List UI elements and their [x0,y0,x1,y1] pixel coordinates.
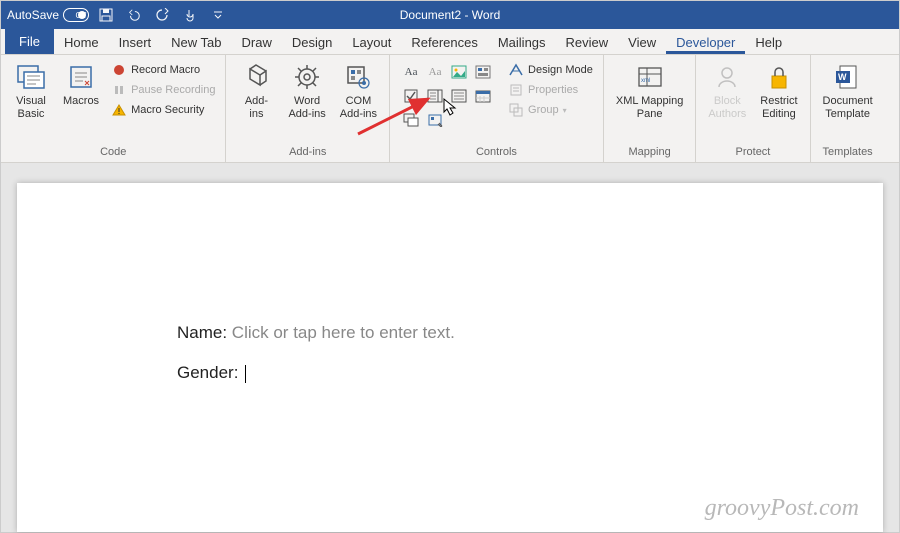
group-control-button: Group ▾ [506,101,595,119]
group-addins: Add- ins Word Add-ins COM Add-ins Add-in… [226,55,390,162]
block-authors-icon [711,61,743,93]
tab-file[interactable]: File [5,29,54,54]
ribbon: Visual Basic Macros Record Macro Pause R… [1,55,899,163]
com-addins-icon [342,61,374,93]
dropdown-control-icon[interactable] [448,85,470,107]
combobox-control-icon[interactable] [424,85,446,107]
tab-design[interactable]: Design [282,31,342,54]
tab-developer[interactable]: Developer [666,31,745,54]
repeating-section-control-icon[interactable] [400,109,422,131]
macros-button[interactable]: Macros [59,59,103,144]
properties-button: Properties [506,81,595,99]
name-placeholder[interactable]: Click or tap here to enter text. [232,323,455,342]
customize-qat-icon[interactable] [211,8,225,22]
block-authors-button[interactable]: Block Authors [704,59,750,144]
tab-review[interactable]: Review [556,31,619,54]
pause-recording-button: Pause Recording [109,81,217,99]
group-controls: Aa Aa Design Mode Properties [390,55,604,162]
quick-access-toolbar [99,8,225,22]
group-protect-label: Protect [704,144,801,162]
word-addins-button[interactable]: Word Add-ins [284,59,329,144]
save-icon[interactable] [99,8,113,22]
undo-icon[interactable] [127,8,141,22]
touch-mode-icon[interactable] [183,8,197,22]
macro-security-button[interactable]: Macro Security [109,101,217,119]
group-mapping: xml XML Mapping Pane Mapping [604,55,696,162]
visual-basic-label: Visual Basic [16,95,46,120]
name-label: Name: [177,323,232,342]
com-addins-button[interactable]: COM Add-ins [336,59,381,144]
svg-text:W: W [838,72,847,82]
properties-icon [508,82,524,98]
autosave-toggle[interactable]: AutoSave Off [7,8,89,22]
xml-mapping-button[interactable]: xml XML Mapping Pane [612,59,687,144]
name-field-row: Name: Click or tap here to enter text. [177,323,723,343]
word-doc-icon: W [832,61,864,93]
design-mode-icon [508,62,524,78]
document-template-button[interactable]: W Document Template [819,59,877,144]
group-templates: W Document Template Templates [811,55,885,162]
autosave-switch[interactable]: Off [63,8,89,22]
tab-new[interactable]: New Tab [161,31,231,54]
group-code-label: Code [9,144,217,162]
tab-insert[interactable]: Insert [109,31,162,54]
group-code: Visual Basic Macros Record Macro Pause R… [1,55,226,162]
record-macro-button[interactable]: Record Macro [109,61,217,79]
warning-icon [111,102,127,118]
watermark: groovyPost.com [705,495,859,522]
group-mapping-label: Mapping [612,144,687,162]
picture-control-icon[interactable] [448,61,470,83]
addins-button[interactable]: Add- ins [234,59,278,144]
ribbon-tabs: File Home Insert New Tab Draw Design Lay… [1,29,899,55]
controls-gallery: Aa Aa [398,59,496,144]
tab-help[interactable]: Help [745,31,792,54]
addins-icon [240,61,272,93]
document-area: Name: Click or tap here to enter text. G… [1,163,899,532]
group-protect: Block Authors Restrict Editing Protect [696,55,810,162]
date-picker-control-icon[interactable] [472,85,494,107]
group-templates-label: Templates [819,144,877,162]
record-macro-icon [111,62,127,78]
tab-layout[interactable]: Layout [342,31,401,54]
macros-icon [65,61,97,93]
svg-text:xml: xml [641,78,650,84]
text-cursor [245,365,246,383]
gear-icon [291,61,323,93]
macros-label: Macros [63,95,99,108]
gender-field-row: Gender: [177,363,723,383]
title-bar: AutoSave Off Document2 - Word [1,1,899,29]
tab-view[interactable]: View [618,31,666,54]
tab-references[interactable]: References [401,31,487,54]
visual-basic-button[interactable]: Visual Basic [9,59,53,144]
gender-label: Gender: [177,363,243,382]
document-page[interactable]: Name: Click or tap here to enter text. G… [17,183,883,532]
tab-draw[interactable]: Draw [232,31,282,54]
group-icon [508,102,524,118]
redo-icon[interactable] [155,8,169,22]
legacy-tools-icon[interactable] [424,109,446,131]
building-block-control-icon[interactable] [472,61,494,83]
autosave-label: AutoSave [7,8,59,22]
restrict-editing-button[interactable]: Restrict Editing [756,59,801,144]
tab-home[interactable]: Home [54,31,109,54]
chevron-down-icon: ▾ [563,106,567,115]
rich-text-control-icon[interactable]: Aa [400,61,422,83]
plain-text-control-icon[interactable]: Aa [424,61,446,83]
visual-basic-icon [15,61,47,93]
xml-mapping-icon: xml [634,61,666,93]
document-title: Document2 - Word [400,8,500,22]
design-mode-button[interactable]: Design Mode [506,61,595,79]
lock-icon [763,61,795,93]
group-addins-label: Add-ins [234,144,381,162]
group-controls-label: Controls [398,144,595,162]
pause-icon [111,82,127,98]
checkbox-control-icon[interactable] [400,85,422,107]
tab-mailings[interactable]: Mailings [488,31,556,54]
